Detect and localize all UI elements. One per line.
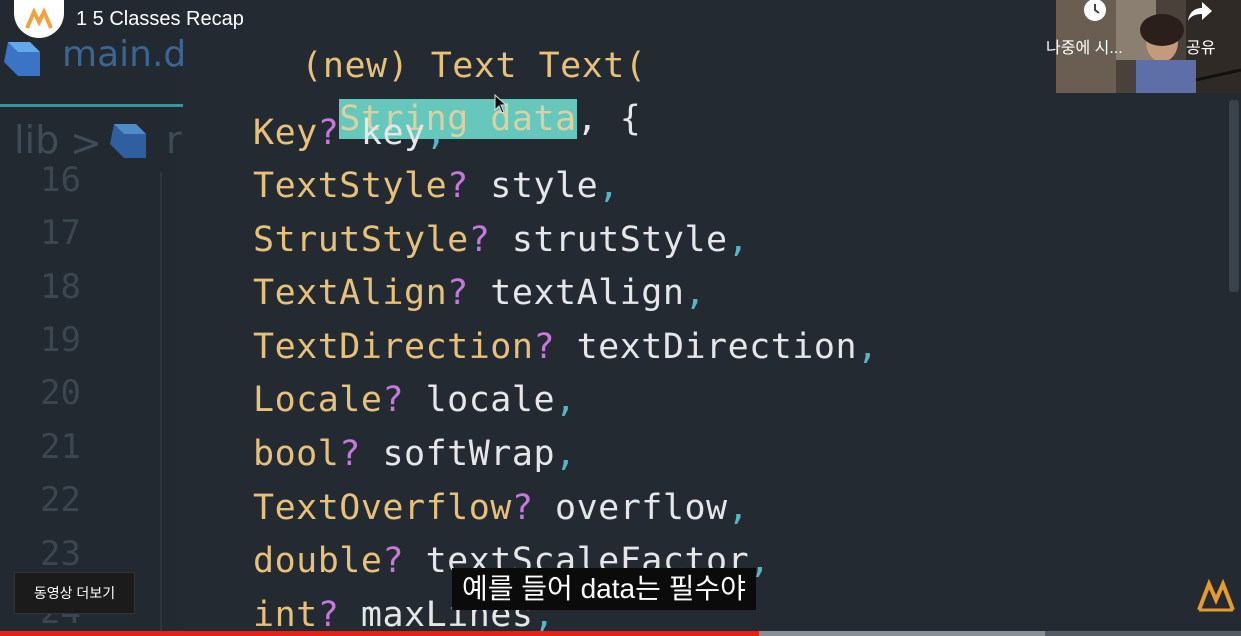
share-icon[interactable] [1186,0,1214,24]
code-nullable: ? [511,488,534,528]
code-punct: , [598,166,620,206]
code-punct: , [684,273,707,313]
progress-buffered [759,631,1045,636]
watch-later-label[interactable]: 나중에 시... [1046,34,1123,58]
gutter-divider [160,172,162,636]
more-videos-button[interactable]: 동영상 더보기 [14,572,135,614]
line-number: 19 [40,320,81,360]
channel-avatar[interactable] [14,0,64,38]
line-number: 22 [40,480,81,520]
code-identifier: textAlign [468,273,685,313]
code-line: Locale? locale, [253,380,577,420]
code-editor: main.d lib > r 16 17 18 19 20 21 22 23 2… [0,0,1241,636]
code-punct: , [727,488,750,528]
code-identifier: key [339,113,426,153]
dart-file-icon [110,124,146,158]
line-number: 21 [40,427,81,467]
code-nullable: ? [533,327,556,367]
tab-main-dart[interactable]: main.d [62,34,186,75]
code-punct: , [555,434,577,474]
code-nullable: ? [447,166,469,206]
code-punct: , [425,113,448,153]
progress-played[interactable] [0,631,760,636]
editor-scrollbar[interactable] [1229,100,1239,292]
code-type: TextDirection [253,327,534,367]
breadcrumb-folder[interactable]: lib [14,118,59,162]
code-punct: , [555,380,577,420]
code-type: TextAlign [253,273,448,313]
line-number: 18 [40,267,81,307]
mouse-cursor-icon [494,94,508,114]
code-line: TextDirection? textDirection, [253,327,879,367]
code-identifier: overflow [533,488,728,528]
code-identifier: softWrap [360,434,556,474]
channel-watermark-icon[interactable] [1195,578,1237,614]
line-number: 17 [40,213,81,253]
channel-logo-icon [25,7,53,29]
code-identifier: textDirection [555,327,858,367]
video-title[interactable]: 1 5 Classes Recap [76,8,244,31]
code-identifier: style [468,166,599,206]
code-nullable: ? [382,541,405,581]
code-identifier: data [468,99,577,139]
code-type: StrutStyle [253,220,469,260]
code-punct: , [727,220,750,260]
code-type: bool [253,434,340,474]
editor-sidebar: main.d lib > r 16 17 18 19 20 21 22 23 2… [0,0,186,636]
code-type: Locale [253,380,383,420]
code-type: TextOverflow [253,488,512,528]
breadcrumb-file[interactable]: r [166,118,182,162]
line-number: 16 [40,160,81,200]
code-nullable: ? [468,220,491,260]
active-tab-indicator [0,104,183,107]
line-number: 20 [40,373,81,413]
code-punct: , [857,327,879,367]
code-line: TextOverflow? overflow, [253,488,749,528]
code-nullable: ? [447,273,469,313]
code-punct: , { [576,99,642,139]
code-nullable: ? [382,380,405,420]
code-line: bool? softWrap, [253,434,577,474]
code-line: TextStyle? style, [253,166,620,206]
subtitle-caption: 예를 들어 data는 필수야 [452,568,756,610]
code-identifier: locale [404,380,556,420]
code-nullable: ? [317,113,340,153]
code-type: int [253,595,318,635]
line-number: 23 [40,534,81,574]
code-line: StrutStyle? strutStyle, [253,220,749,260]
code-line: TextAlign? textAlign, [253,273,706,313]
code-identifier: strutStyle [490,220,728,260]
code-type: Key [253,113,318,153]
dart-file-icon [4,42,40,76]
watch-later-icon[interactable] [1082,0,1108,24]
code-nullable: ? [317,595,340,635]
code-nullable: ? [339,434,361,474]
breadcrumb-separator: > [70,121,102,165]
code-type: TextStyle [253,166,448,206]
code-type: double [253,541,383,581]
share-label[interactable]: 공유 [1186,34,1215,58]
code-line: Key? key, [253,113,447,153]
